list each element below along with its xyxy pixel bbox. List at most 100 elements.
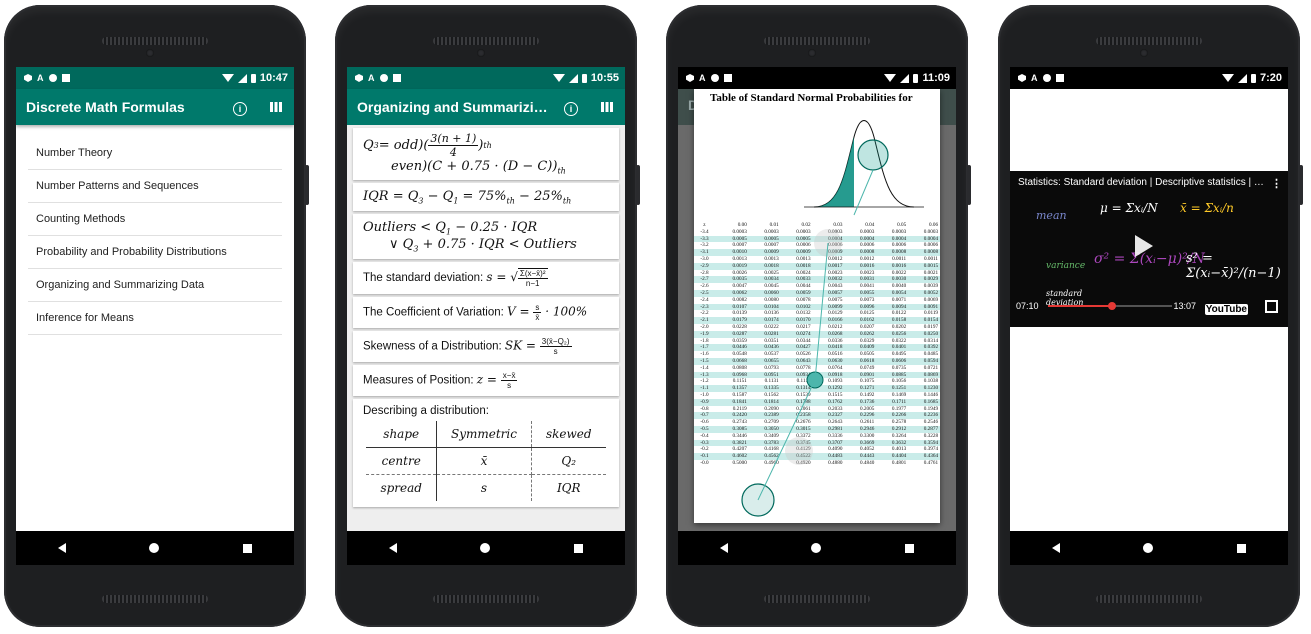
table-cell: -1.3 xyxy=(700,371,709,378)
normal-curve xyxy=(804,120,924,216)
formula-card-skewness[interactable]: Skewness of a Distribution: SK = 3(x̄−Q₂… xyxy=(353,331,619,363)
circle-icon xyxy=(379,74,388,82)
table-cell: 0.0630 xyxy=(828,357,843,364)
table-cell: 0.0006 xyxy=(828,242,843,249)
formula-card-std[interactable]: The standard deviation: s = √ Σ(x−x̄)² n−1 xyxy=(353,262,619,295)
formula-card-cv[interactable]: The Coefficient of Variation: V = s x̄ · … xyxy=(353,297,619,329)
table-cell: -2.5 xyxy=(700,289,709,296)
table-cell: 0.0018 xyxy=(764,262,779,269)
table-cell: 0.2578 xyxy=(891,419,907,426)
table-cell: 0.0004 xyxy=(860,235,875,242)
table-cell: 0.0197 xyxy=(923,323,939,330)
table-cell: 0.0030 xyxy=(891,276,907,283)
cv-label: The Coefficient of Variation: xyxy=(363,306,508,319)
sd-card-icon xyxy=(1055,74,1064,82)
back-icon[interactable] xyxy=(719,543,728,553)
table-cell: 0.0139 xyxy=(732,310,747,317)
home-icon[interactable] xyxy=(811,543,822,553)
table-row: -3.4 0.0003 0.0003 0.0003 0.0003 0.0003 0.0003… xyxy=(694,229,940,236)
menu-item[interactable]: Number Patterns and Sequences xyxy=(28,170,282,203)
recents-icon[interactable] xyxy=(243,543,253,553)
table-row: -2.1 0.0179 0.0174 0.0170 0.0166 0.0162 0.0158… xyxy=(694,317,940,324)
recents-icon[interactable] xyxy=(1237,543,1247,553)
table-cell: 0.0019 xyxy=(732,262,747,269)
video-player[interactable]: mean μ = Σxᵢ/N x̄ = Σxᵢ/n variance stand… xyxy=(1010,171,1288,327)
table-cell: 0.0045 xyxy=(764,283,779,290)
table-cell: 0.0023 xyxy=(828,269,843,276)
q3-frac-den: 4 xyxy=(449,146,457,159)
more-options-icon[interactable]: ⋮ xyxy=(1271,177,1282,190)
fullscreen-icon[interactable] xyxy=(1265,300,1278,313)
table-cell: 0.0228 xyxy=(732,323,747,330)
progress-knob[interactable] xyxy=(1108,302,1117,310)
table-cell: 0.0336 xyxy=(828,337,843,344)
table-row: -1.5 0.0668 0.0655 0.0643 0.0630 0.0618 0.0606… xyxy=(694,357,940,365)
wifi-icon xyxy=(1221,74,1234,82)
iqr-a: IQR = Q xyxy=(363,188,419,204)
bottom-speaker xyxy=(433,595,539,603)
table-cell: 0.0104 xyxy=(764,303,779,310)
table-cell: -1.2 xyxy=(700,378,709,385)
skew-frac-den: s xyxy=(553,347,558,357)
signal-icon xyxy=(900,73,910,83)
iqr-b: − Q xyxy=(423,188,454,204)
table-cell: 0.0009 xyxy=(764,249,779,256)
table-cell: 0.0643 xyxy=(796,357,811,364)
home-icon[interactable] xyxy=(1143,543,1154,553)
table-cell: 0.3632 xyxy=(891,439,907,446)
table-cell: 0.1562 xyxy=(764,391,779,398)
formula-card-position[interactable]: Measures of Position: z = x−x̄ s xyxy=(353,365,619,397)
table-cell: 0.0010 xyxy=(732,249,747,256)
phone-3: D A 11:09 Table of Standard Normal Proba… xyxy=(666,5,971,627)
formula-card-distribution[interactable]: Describing a distribution: shape Symmetr… xyxy=(353,399,619,508)
recents-icon[interactable] xyxy=(905,543,915,553)
table-cell: -2.1 xyxy=(700,317,709,324)
info-button[interactable]: i xyxy=(222,99,258,116)
bottom-speaker xyxy=(102,595,208,603)
youtube-logo[interactable]: YouTube xyxy=(1204,304,1248,315)
table-cell: 0.0005 xyxy=(796,235,811,242)
table-cell: 0.01 xyxy=(769,222,779,228)
menu-item[interactable]: Number Theory xyxy=(28,137,282,170)
table-cell: 0.0012 xyxy=(860,255,875,262)
formula-card-outliers[interactable]: Outliers < Q1 − 0.25 · IQR ∨ Q3 + 0.75 ·… xyxy=(353,214,619,260)
progress-bar[interactable] xyxy=(1048,302,1172,310)
table-cell: 0.03 xyxy=(833,222,843,228)
play-icon[interactable] xyxy=(1135,235,1153,257)
table-cell: Symmetric xyxy=(436,421,532,449)
screen: A 10:55 Organizing and Summarizing... i … xyxy=(347,67,625,565)
battery-icon xyxy=(913,73,919,83)
phone-4: A 7:20 mean μ = Σxᵢ/N x̄ = Σxᵢ/n varianc… xyxy=(998,5,1303,627)
table-cell: 0.0735 xyxy=(891,364,907,371)
home-icon[interactable] xyxy=(149,543,160,553)
back-icon[interactable] xyxy=(1051,543,1060,553)
pos-math: z = xyxy=(476,372,501,387)
menu-item[interactable]: Counting Methods xyxy=(28,203,282,236)
back-icon[interactable] xyxy=(388,543,397,553)
table-cell: 0.0091 xyxy=(923,303,939,310)
table-cell: -0.7 xyxy=(700,412,709,419)
table-row: -0.5 0.3085 0.3050 0.3015 0.2981 0.2946 0.2912… xyxy=(694,425,940,433)
table-cell: 0.0032 xyxy=(828,276,843,283)
formula-card-iqr[interactable]: IQR = Q3 − Q1 = 75%th − 25%th xyxy=(353,182,619,212)
table-cell: 0.0003 xyxy=(732,228,747,235)
back-icon[interactable] xyxy=(57,543,66,553)
table-cell: 0.0099 xyxy=(828,303,843,310)
formula-card-q3[interactable]: Q3 = odd)( 3(n + 1) 4 ) th even)(C + 0.75 … xyxy=(353,128,619,180)
shield-icon xyxy=(1018,74,1026,82)
menu-item[interactable]: Probability and Probability Distribution… xyxy=(28,236,282,269)
table-cell: 0.2946 xyxy=(860,425,875,432)
table-cell: -0.4 xyxy=(700,432,709,439)
recents-icon[interactable] xyxy=(574,543,584,553)
menu-item[interactable]: Inference for Means xyxy=(28,302,282,335)
zoomable-image[interactable]: Table of Standard Normal Probabilities f… xyxy=(694,89,940,523)
home-icon[interactable] xyxy=(480,543,491,553)
menu-item[interactable]: Organizing and Summarizing Data xyxy=(28,269,282,302)
library-button[interactable] xyxy=(589,99,625,115)
table-cell: 0.0008 xyxy=(860,249,875,256)
library-button[interactable] xyxy=(258,99,294,115)
table-cell: 0.0132 xyxy=(796,310,811,317)
table-cell: 0.0043 xyxy=(828,283,843,290)
info-button[interactable]: i xyxy=(553,99,589,116)
table-cell: 0.1515 xyxy=(828,391,843,398)
